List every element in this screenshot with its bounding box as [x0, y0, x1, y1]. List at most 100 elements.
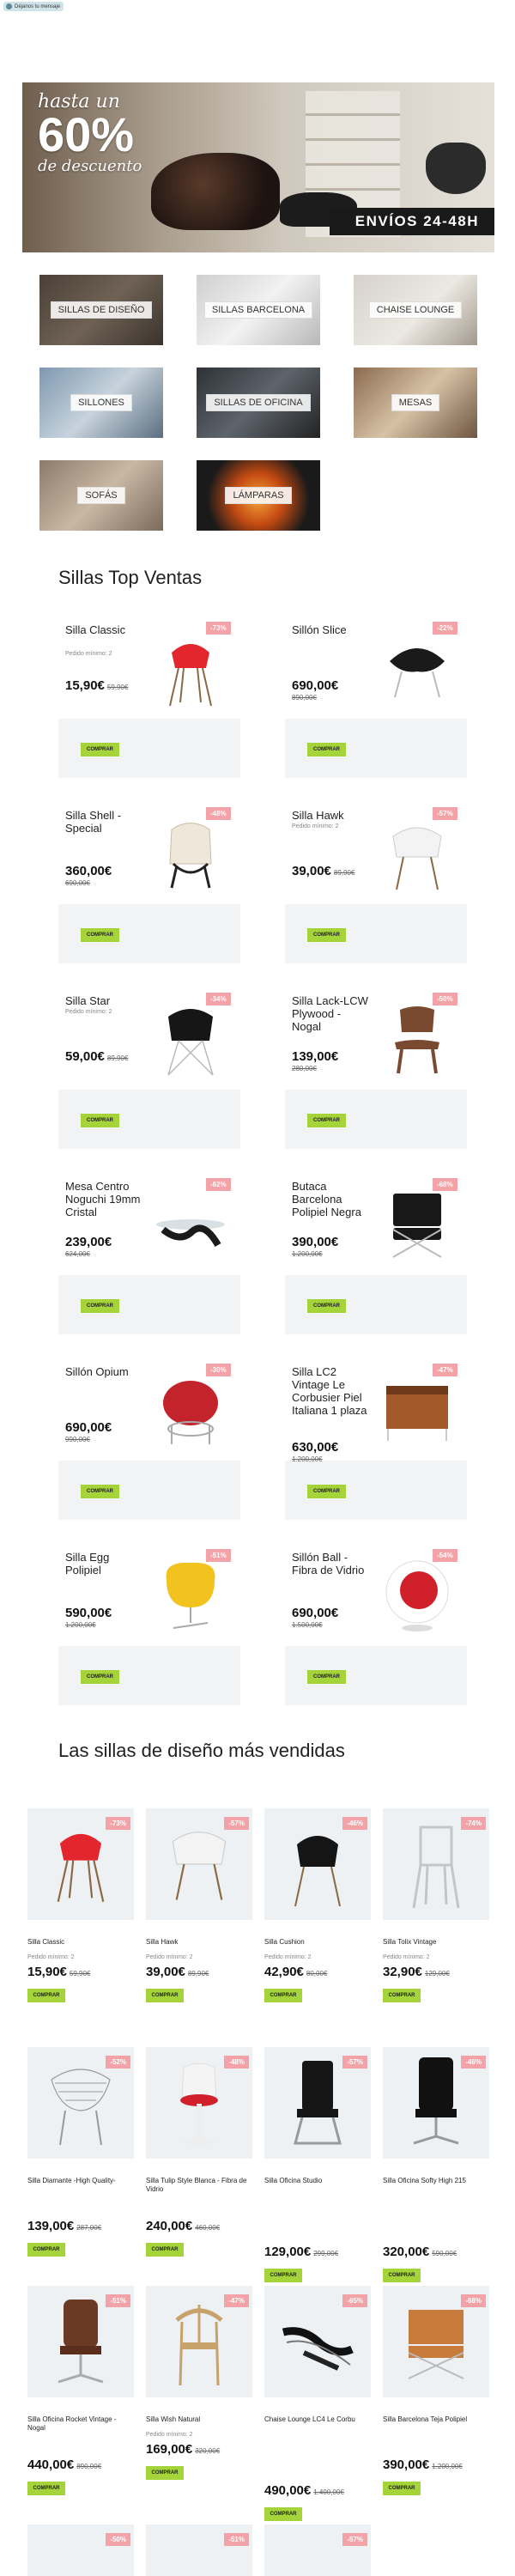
product-card[interactable]: -34% Silla Star Pedido mínimo: 2 59,00€ 89,9… — [58, 982, 240, 1149]
product-card[interactable]: -47% Silla LC2 Vintage Le Corbusier Piel … — [285, 1353, 467, 1520]
product-card[interactable]: -57% Silla Oficina Studio 129,00€ 299,00€ CO… — [264, 2047, 371, 2296]
buy-button[interactable]: COMPRAR — [81, 1299, 119, 1313]
buy-button[interactable]: COMPRAR — [146, 2243, 184, 2257]
message-chip[interactable]: Déjanos tu mensaje — [3, 2, 64, 11]
buy-button[interactable]: COMPRAR — [81, 1670, 119, 1684]
product-name[interactable]: Silla Diamante -High Quality- — [27, 2177, 134, 2185]
buy-button[interactable]: COMPRAR — [81, 928, 119, 942]
buy-button[interactable]: COMPRAR — [307, 1114, 346, 1127]
product-image-area[interactable] — [27, 2524, 134, 2576]
product-card[interactable]: -46% Silla Cushion Pedido mínimo: 2 42,90€ 8… — [264, 1808, 371, 2057]
product-card-partial[interactable]: -57% — [264, 2524, 371, 2576]
product-name[interactable]: Mesa Centro Noguchi 19mm Cristal — [65, 1180, 142, 1218]
product-name[interactable]: Silla LC2 Vintage Le Corbusier Piel Ital… — [292, 1365, 369, 1417]
category-sofas[interactable]: SOFÁS — [39, 460, 163, 531]
product-card-partial[interactable]: -51% — [146, 2524, 252, 2576]
product-card[interactable]: -50% Silla Lack-LCW Plywood - Nogal 139,00… — [285, 982, 467, 1149]
product-name[interactable]: Silla Oficina Rocket Vintage - Nogal — [27, 2415, 134, 2433]
product-name[interactable]: Silla Cushion — [264, 1938, 371, 1947]
category-sillas-barcelona[interactable]: SILLAS BARCELONA — [197, 275, 320, 345]
product-image[interactable] — [381, 1554, 453, 1636]
buy-button[interactable]: COMPRAR — [146, 2466, 184, 2480]
product-image[interactable] — [154, 812, 227, 894]
product-card[interactable]: -48% Silla Tulip Style Blanca - Fibra de … — [146, 2047, 252, 2296]
buy-button[interactable]: COMPRAR — [81, 1114, 119, 1127]
product-card[interactable]: -57% Silla Hawk Pedido mínimo: 2 39,00€ 89,9… — [146, 1808, 252, 2057]
buy-button[interactable]: COMPRAR — [307, 1485, 346, 1498]
product-card[interactable]: -47% Silla Wish Natural Pedido mínimo: 2 16… — [146, 2286, 252, 2535]
product-card[interactable]: -73% Silla Classic Pedido mínimo: 2 15,90€ 5… — [27, 1808, 134, 2057]
hero-banner[interactable]: hasta un 60% de descuento ENVÍOS 24-48H — [22, 82, 494, 252]
product-card-partial[interactable]: -50% — [27, 2524, 134, 2576]
product-name[interactable]: Chaise Lounge LC4 Le Corbu — [264, 2415, 371, 2424]
buy-button[interactable]: COMPRAR — [81, 743, 119, 756]
product-image[interactable] — [154, 1369, 227, 1450]
product-name[interactable]: Silla Oficina Softy High 215 — [383, 2177, 489, 2185]
product-image[interactable] — [381, 998, 453, 1079]
product-name[interactable]: Sillón Opium — [65, 1365, 142, 1378]
product-image-area[interactable] — [264, 2524, 371, 2576]
product-name[interactable]: Silla Star — [65, 994, 142, 1007]
product-image[interactable] — [154, 998, 227, 1079]
category-mesas[interactable]: MESAS — [354, 368, 477, 438]
product-name[interactable]: Silla Barcelona Teja Polipiel — [383, 2415, 489, 2424]
product-name[interactable]: Sillón Ball - Fibra de Vidrio — [292, 1551, 369, 1577]
category-sillones[interactable]: SILLONES — [39, 368, 163, 438]
product-card[interactable]: -54% Sillón Ball - Fibra de Vidrio 690,00€… — [285, 1539, 467, 1705]
product-name[interactable]: Silla Oficina Studio — [264, 2177, 371, 2185]
product-card[interactable]: -74% Silla Tolix Vintage Pedido mínimo: 2 3… — [383, 1808, 489, 2057]
product-name[interactable]: Silla Egg Polipiel — [65, 1551, 142, 1577]
product-card[interactable]: -68% Butaca Barcelona Polipiel Negra 390,0… — [285, 1168, 467, 1334]
product-card[interactable]: -73% Silla Classic Pedido mínimo: 2 15,90€ 5… — [58, 611, 240, 778]
product-card[interactable]: -22% Sillón Slice 690,00€ 890,00€ COMPRAR — [285, 611, 467, 778]
product-name[interactable]: Silla Wish Natural — [146, 2415, 252, 2424]
buy-button[interactable]: COMPRAR — [307, 1299, 346, 1313]
buy-button[interactable]: COMPRAR — [27, 2482, 65, 2495]
buy-button[interactable]: COMPRAR — [383, 2482, 421, 2495]
category-sillas-diseno[interactable]: SILLAS DE DISEÑO — [39, 275, 163, 345]
product-image[interactable] — [381, 1183, 453, 1265]
product-name[interactable]: Silla Classic — [65, 623, 142, 636]
product-card[interactable]: -51% Silla Oficina Rocket Vintage - Nogal… — [27, 2286, 134, 2535]
category-sillas-oficina[interactable]: SILLAS DE OFICINA — [197, 368, 320, 438]
product-image[interactable] — [154, 1554, 227, 1636]
buy-button[interactable]: COMPRAR — [146, 1989, 184, 2002]
product-card[interactable]: -52% Silla Diamante -High Quality- 139,00€… — [27, 2047, 134, 2296]
product-name[interactable]: Silla Tolix Vintage — [383, 1938, 489, 1947]
category-lamparas[interactable]: LÁMPARAS — [197, 460, 320, 531]
buy-button[interactable]: COMPRAR — [264, 2269, 302, 2282]
product-card[interactable]: -57% Silla Hawk Pedido mínimo: 2 39,00€ 89,9… — [285, 797, 467, 963]
product-card[interactable]: -68% Silla Barcelona Teja Polipiel 390,00€… — [383, 2286, 489, 2535]
buy-button[interactable]: COMPRAR — [27, 2243, 65, 2257]
product-name[interactable]: Butaca Barcelona Polipiel Negra — [292, 1180, 369, 1218]
category-chaise-lounge[interactable]: CHAISE LOUNGE — [354, 275, 477, 345]
product-card[interactable]: -46% Silla Oficina Softy High 215 320,00€ 5… — [383, 2047, 489, 2296]
product-name[interactable]: Sillón Slice — [292, 623, 369, 636]
product-name[interactable]: Silla Hawk — [146, 1938, 252, 1947]
product-name[interactable]: Silla Lack-LCW Plywood - Nogal — [292, 994, 369, 1033]
product-image[interactable] — [381, 627, 453, 708]
product-card[interactable]: -65% Chaise Lounge LC4 Le Corbu 490,00€ 1.4… — [264, 2286, 371, 2535]
product-image[interactable] — [154, 627, 227, 708]
buy-button[interactable]: COMPRAR — [383, 1989, 421, 2002]
product-image[interactable] — [154, 1183, 227, 1265]
buy-button[interactable]: COMPRAR — [307, 928, 346, 942]
product-name[interactable]: Silla Hawk — [292, 809, 369, 822]
product-name[interactable]: Silla Tulip Style Blanca - Fibra de Vidr… — [146, 2177, 252, 2194]
product-card[interactable]: -30% Sillón Opium 690,00€ 990,00€ COMPRAR — [58, 1353, 240, 1520]
buy-button[interactable]: COMPRAR — [264, 2507, 302, 2521]
product-card[interactable]: -51% Silla Egg Polipiel 590,00€ 1.200,00€ CO… — [58, 1539, 240, 1705]
product-card[interactable]: -48% Silla Shell - Special 360,00€ 690,00€ C… — [58, 797, 240, 963]
buy-button[interactable]: COMPRAR — [383, 2269, 421, 2282]
buy-button[interactable]: COMPRAR — [307, 1670, 346, 1684]
product-name[interactable]: Silla Classic — [27, 1938, 134, 1947]
product-image-area[interactable] — [146, 2524, 252, 2576]
product-image[interactable] — [381, 812, 453, 894]
buy-button[interactable]: COMPRAR — [81, 1485, 119, 1498]
product-name[interactable]: Silla Shell - Special — [65, 809, 142, 835]
product-image[interactable] — [381, 1369, 453, 1450]
buy-button[interactable]: COMPRAR — [307, 743, 346, 756]
buy-button[interactable]: COMPRAR — [264, 1989, 302, 2002]
product-card[interactable]: -62% Mesa Centro Noguchi 19mm Cristal 239,… — [58, 1168, 240, 1334]
buy-button[interactable]: COMPRAR — [27, 1989, 65, 2002]
